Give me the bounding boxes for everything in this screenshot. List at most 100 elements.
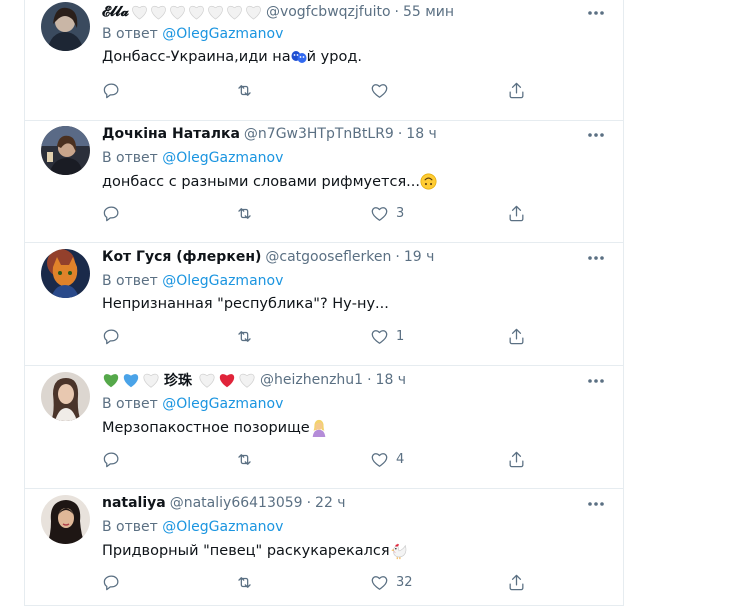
reply-icon: [103, 206, 119, 221]
timestamp[interactable]: 18 ч: [376, 372, 407, 388]
more-options-icon[interactable]: [586, 497, 606, 511]
like-button[interactable]: [370, 80, 396, 100]
reply-button[interactable]: [102, 203, 121, 223]
white-heart-icon: [199, 373, 215, 388]
avatar[interactable]: [41, 372, 90, 421]
reply-prefix: В ответ: [102, 273, 158, 289]
share-button[interactable]: [507, 449, 526, 469]
reply-button[interactable]: [102, 326, 121, 346]
avatar[interactable]: [41, 495, 90, 544]
user-handle[interactable]: @nataliy66413059: [170, 495, 303, 511]
tweet-text-part: й урод.: [306, 49, 362, 65]
reply-context: В ответ @OlegGazmanov: [102, 150, 283, 166]
user-handle[interactable]: @n7Gw3HTpTnBtLR9: [244, 126, 394, 142]
separator-dot: ·: [306, 495, 312, 511]
white-heart-icon: [189, 5, 204, 20]
reply-icon: [103, 83, 119, 98]
reply-prefix: В ответ: [102, 150, 158, 166]
white-heart-icon: [132, 5, 147, 20]
retweet-button[interactable]: [235, 572, 254, 592]
reply-mention-link[interactable]: @OlegGazmanov: [162, 150, 283, 166]
share-button[interactable]: [507, 572, 526, 592]
reply-mention-link[interactable]: @OlegGazmanov: [162, 273, 283, 289]
avatar[interactable]: [41, 126, 90, 175]
tweet[interactable]: Дочкіна Наталка @n7Gw3HTpTnBtLR9 · 18 ч …: [25, 120, 623, 243]
reply-icon: [103, 452, 119, 467]
tweet-actions: 1: [102, 326, 562, 346]
white-heart-icon: [151, 5, 166, 20]
like-count: 4: [396, 451, 405, 467]
reply-mention-link[interactable]: @OlegGazmanov: [162, 519, 283, 535]
rooster-icon: [390, 543, 406, 560]
like-count: 1: [396, 328, 405, 344]
timestamp[interactable]: 55 мин: [403, 4, 454, 20]
display-name[interactable]: 珍珠: [164, 370, 192, 390]
reply-button[interactable]: [102, 449, 121, 469]
replies-feed: 𝓔𝓵𝓵𝓪 @vogfcbwqzjfuito · 55 мин В ответ @…: [24, 0, 624, 606]
like-button[interactable]: 1: [370, 326, 404, 346]
tweet-actions: [102, 80, 562, 100]
tweet-text-part: донбасс с разными словами рифмуется...: [102, 173, 420, 190]
more-options-icon[interactable]: [586, 374, 606, 388]
tweet-text-part: Придворный "певец" раскукарекался: [102, 543, 390, 559]
tweet-text: Придворный "певец" раскукарекался: [102, 542, 408, 560]
user-handle[interactable]: @catgooseflerken: [265, 249, 391, 265]
tweet[interactable]: 珍珠 @heizhenzhu1 · 18 ч В ответ @OlegGazm…: [25, 366, 623, 489]
timestamp[interactable]: 18 ч: [406, 126, 437, 142]
avatar[interactable]: [41, 249, 90, 298]
more-options-icon[interactable]: [586, 251, 606, 265]
like-button[interactable]: 3: [370, 203, 404, 223]
like-count: 3: [396, 205, 405, 221]
tweet-header: Дочкіна Наталка @n7Gw3HTpTnBtLR9 · 18 ч: [102, 123, 437, 145]
share-button[interactable]: [507, 80, 526, 100]
display-name[interactable]: nataliya: [102, 495, 166, 511]
retweet-icon: [238, 207, 251, 219]
timestamp[interactable]: 22 ч: [315, 495, 346, 511]
reply-prefix: В ответ: [102, 26, 158, 42]
like-button[interactable]: 32: [370, 572, 413, 592]
more-options-icon[interactable]: [586, 128, 606, 142]
tweet-actions: 4: [102, 449, 562, 469]
reply-button[interactable]: [102, 572, 121, 592]
retweet-button[interactable]: [235, 326, 254, 346]
tweet-text: Донбасс-Украина,иди на й урод.: [102, 49, 362, 65]
heart-outline-icon: [371, 329, 388, 344]
white-heart-icon: [208, 5, 223, 20]
retweet-button[interactable]: [235, 203, 254, 223]
tweet-header: 珍珠 @heizhenzhu1 · 18 ч: [102, 369, 406, 391]
name-badges: [198, 372, 256, 388]
like-count: 32: [396, 574, 413, 590]
timestamp[interactable]: 19 ч: [404, 249, 435, 265]
display-name[interactable]: Дочкіна Наталка: [102, 126, 240, 142]
heart-outline-icon: [371, 83, 388, 98]
heart-outline-icon: [371, 575, 388, 590]
red-heart-icon: [219, 374, 235, 388]
more-options-icon[interactable]: [586, 6, 606, 20]
user-handle[interactable]: @heizhenzhu1: [260, 372, 363, 388]
display-name[interactable]: Кот Гуся (флеркен): [102, 249, 261, 265]
reply-mention-link[interactable]: @OlegGazmanov: [162, 26, 283, 42]
user-handle[interactable]: @vogfcbwqzjfuito: [266, 4, 391, 20]
reply-mention-link[interactable]: @OlegGazmanov: [162, 396, 283, 412]
like-button[interactable]: 4: [370, 449, 404, 469]
share-button[interactable]: [507, 203, 526, 223]
blue-masks-icon: [291, 51, 307, 63]
tweet[interactable]: Кот Гуся (флеркен) @catgooseflerken · 19…: [25, 243, 623, 366]
display-name[interactable]: 𝓔𝓵𝓵𝓪: [102, 4, 129, 20]
separator-dot: ·: [394, 4, 399, 20]
reply-icon: [103, 575, 119, 590]
blue-heart-icon: [123, 374, 139, 388]
retweet-button[interactable]: [235, 449, 254, 469]
avatar[interactable]: [41, 2, 90, 51]
tweet-text-part: Мерзопакостное позорище: [102, 420, 310, 436]
retweet-button[interactable]: [235, 80, 254, 100]
tweet-text-part: Непризнанная "республика"? Ну-ну...: [102, 296, 389, 312]
reply-button[interactable]: [102, 80, 121, 100]
tweet[interactable]: nataliya @nataliy66413059 · 22 ч В ответ…: [25, 489, 623, 606]
share-icon: [509, 451, 524, 467]
share-icon: [509, 205, 524, 221]
share-icon: [509, 82, 524, 98]
tweet[interactable]: 𝓔𝓵𝓵𝓪 @vogfcbwqzjfuito · 55 мин В ответ @…: [25, 0, 623, 121]
tweet-header: 𝓔𝓵𝓵𝓪 @vogfcbwqzjfuito · 55 мин: [102, 1, 454, 23]
share-button[interactable]: [507, 326, 526, 346]
